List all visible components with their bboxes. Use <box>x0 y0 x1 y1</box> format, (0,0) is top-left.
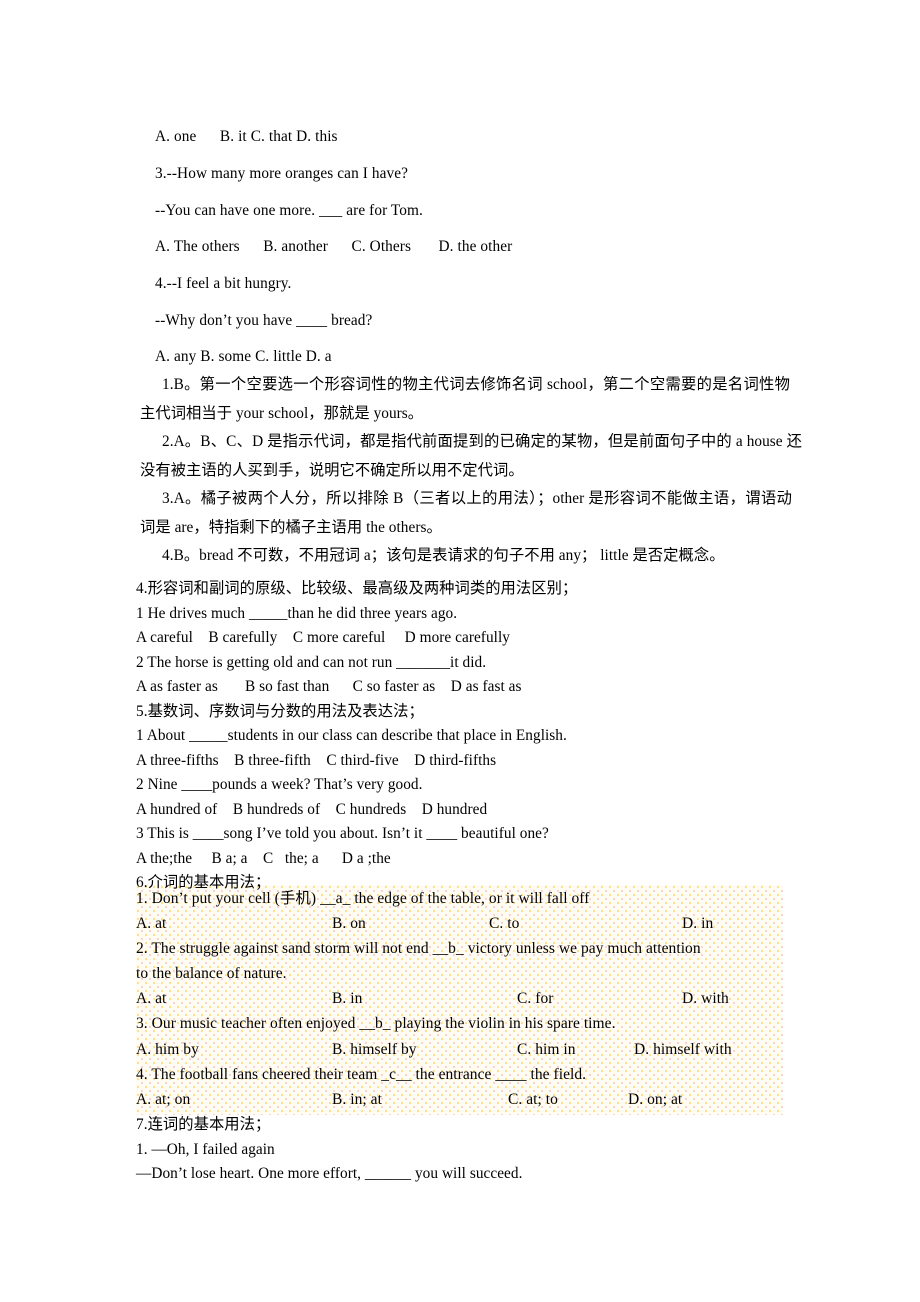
section-6-q1-options: A. at B. on C. to D. in <box>136 911 816 936</box>
question-3-stem: 3.--How many more oranges can I have? <box>155 165 409 182</box>
explanation-4: 4.B。bread 不可数，不用冠词 a；该句是表请求的句子不用 any； li… <box>162 547 725 564</box>
option-c[interactable]: C. at; to <box>508 1087 558 1112</box>
option-d[interactable]: D. himself with <box>634 1037 732 1062</box>
section-6-q3-options: A. him by B. himself by C. him in D. him… <box>136 1037 816 1062</box>
option-a[interactable]: A. him by <box>136 1037 199 1062</box>
option-d[interactable]: D. in <box>682 911 713 936</box>
section-6-q4-stem: 4. The football fans cheered their team … <box>136 1066 587 1083</box>
option-b[interactable]: B. in <box>332 986 362 1011</box>
question-2-options: A. one B. it C. that D. this <box>155 128 338 145</box>
section-7-heading: 7.连词的基本用法； <box>136 1116 271 1133</box>
option-c[interactable]: C. for <box>517 986 553 1011</box>
explanation-1: 1.B。第一个空要选一个形容词性的物主代词去修饰名词 school，第二个空需要… <box>140 376 790 422</box>
question-3-options: A. The others B. another C. Others D. th… <box>155 238 513 255</box>
section-4-heading: 4.形容词和副词的原级、比较级、最高级及两种词类的用法区别； <box>136 580 578 597</box>
section-4-q1-stem: 1 He drives much _____than he did three … <box>136 605 458 622</box>
section-5-q3-stem: 3 This is ____song I’ve told you about. … <box>136 825 549 842</box>
section-6-q1-stem: 1. Don’t put your cell (手机) __a_ the edg… <box>136 890 590 907</box>
section-6-q2-options: A. at B. in C. for D. with <box>136 986 816 1011</box>
explanation-3: 3.A。橘子被两个人分，所以排除 B（三者以上的用法）；other 是形容词不能… <box>140 490 792 536</box>
question-3-reply: --You can have one more. ___ are for Tom… <box>155 202 423 219</box>
option-c[interactable]: C. to <box>489 911 519 936</box>
section-6-q2-stem-cont: to the balance of nature. <box>136 965 287 982</box>
document-page: A. one B. it C. that D. this 3.--How man… <box>0 0 920 1302</box>
option-d[interactable]: D. on; at <box>628 1087 682 1112</box>
section-5-q1-options: A three-fifths B three-fifth C third-fiv… <box>136 752 497 769</box>
section-6-q3-stem: 3. Our music teacher often enjoyed __b_ … <box>136 1015 616 1032</box>
option-b[interactable]: B. in; at <box>332 1087 382 1112</box>
option-b[interactable]: B. himself by <box>332 1037 417 1062</box>
section-4-q2-options: A as faster as B so fast than C so faste… <box>136 678 522 695</box>
section-7-q1-stem: 1. —Oh, I failed again <box>136 1141 275 1158</box>
section-5-heading: 5.基数词、序数词与分数的用法及表达法； <box>136 703 424 720</box>
option-a[interactable]: A. at <box>136 911 166 936</box>
question-4-stem: 4.--I feel a bit hungry. <box>155 275 292 292</box>
section-4-q2-stem: 2 The horse is getting old and can not r… <box>136 654 487 671</box>
section-5-q1-stem: 1 About _____students in our class can d… <box>136 727 567 744</box>
section-5-q2-options: A hundred of B hundreds of C hundreds D … <box>136 801 488 818</box>
section-6-q4-options: A. at; on B. in; at C. at; to D. on; at <box>136 1087 816 1112</box>
section-4-q1-options: A careful B carefully C more careful D m… <box>136 629 510 646</box>
section-6-q2-stem: 2. The struggle against sand storm will … <box>136 940 701 957</box>
option-b[interactable]: B. on <box>332 911 366 936</box>
section-7-q1-reply: —Don’t lose heart. One more effort, ____… <box>136 1165 523 1182</box>
option-a[interactable]: A. at; on <box>136 1087 190 1112</box>
option-c[interactable]: C. him in <box>517 1037 576 1062</box>
question-4-reply: --Why don’t you have ____ bread? <box>155 312 373 329</box>
section-5-q3-options: A the;the B a; a C the; a D a ;the <box>136 850 391 867</box>
option-a[interactable]: A. at <box>136 986 166 1011</box>
option-d[interactable]: D. with <box>682 986 729 1011</box>
explanation-2: 2.A。B、C、D 是指示代词，都是指代前面提到的已确定的某物，但是前面句子中的… <box>140 433 802 479</box>
section-5-q2-stem: 2 Nine ____pounds a week? That’s very go… <box>136 776 423 793</box>
